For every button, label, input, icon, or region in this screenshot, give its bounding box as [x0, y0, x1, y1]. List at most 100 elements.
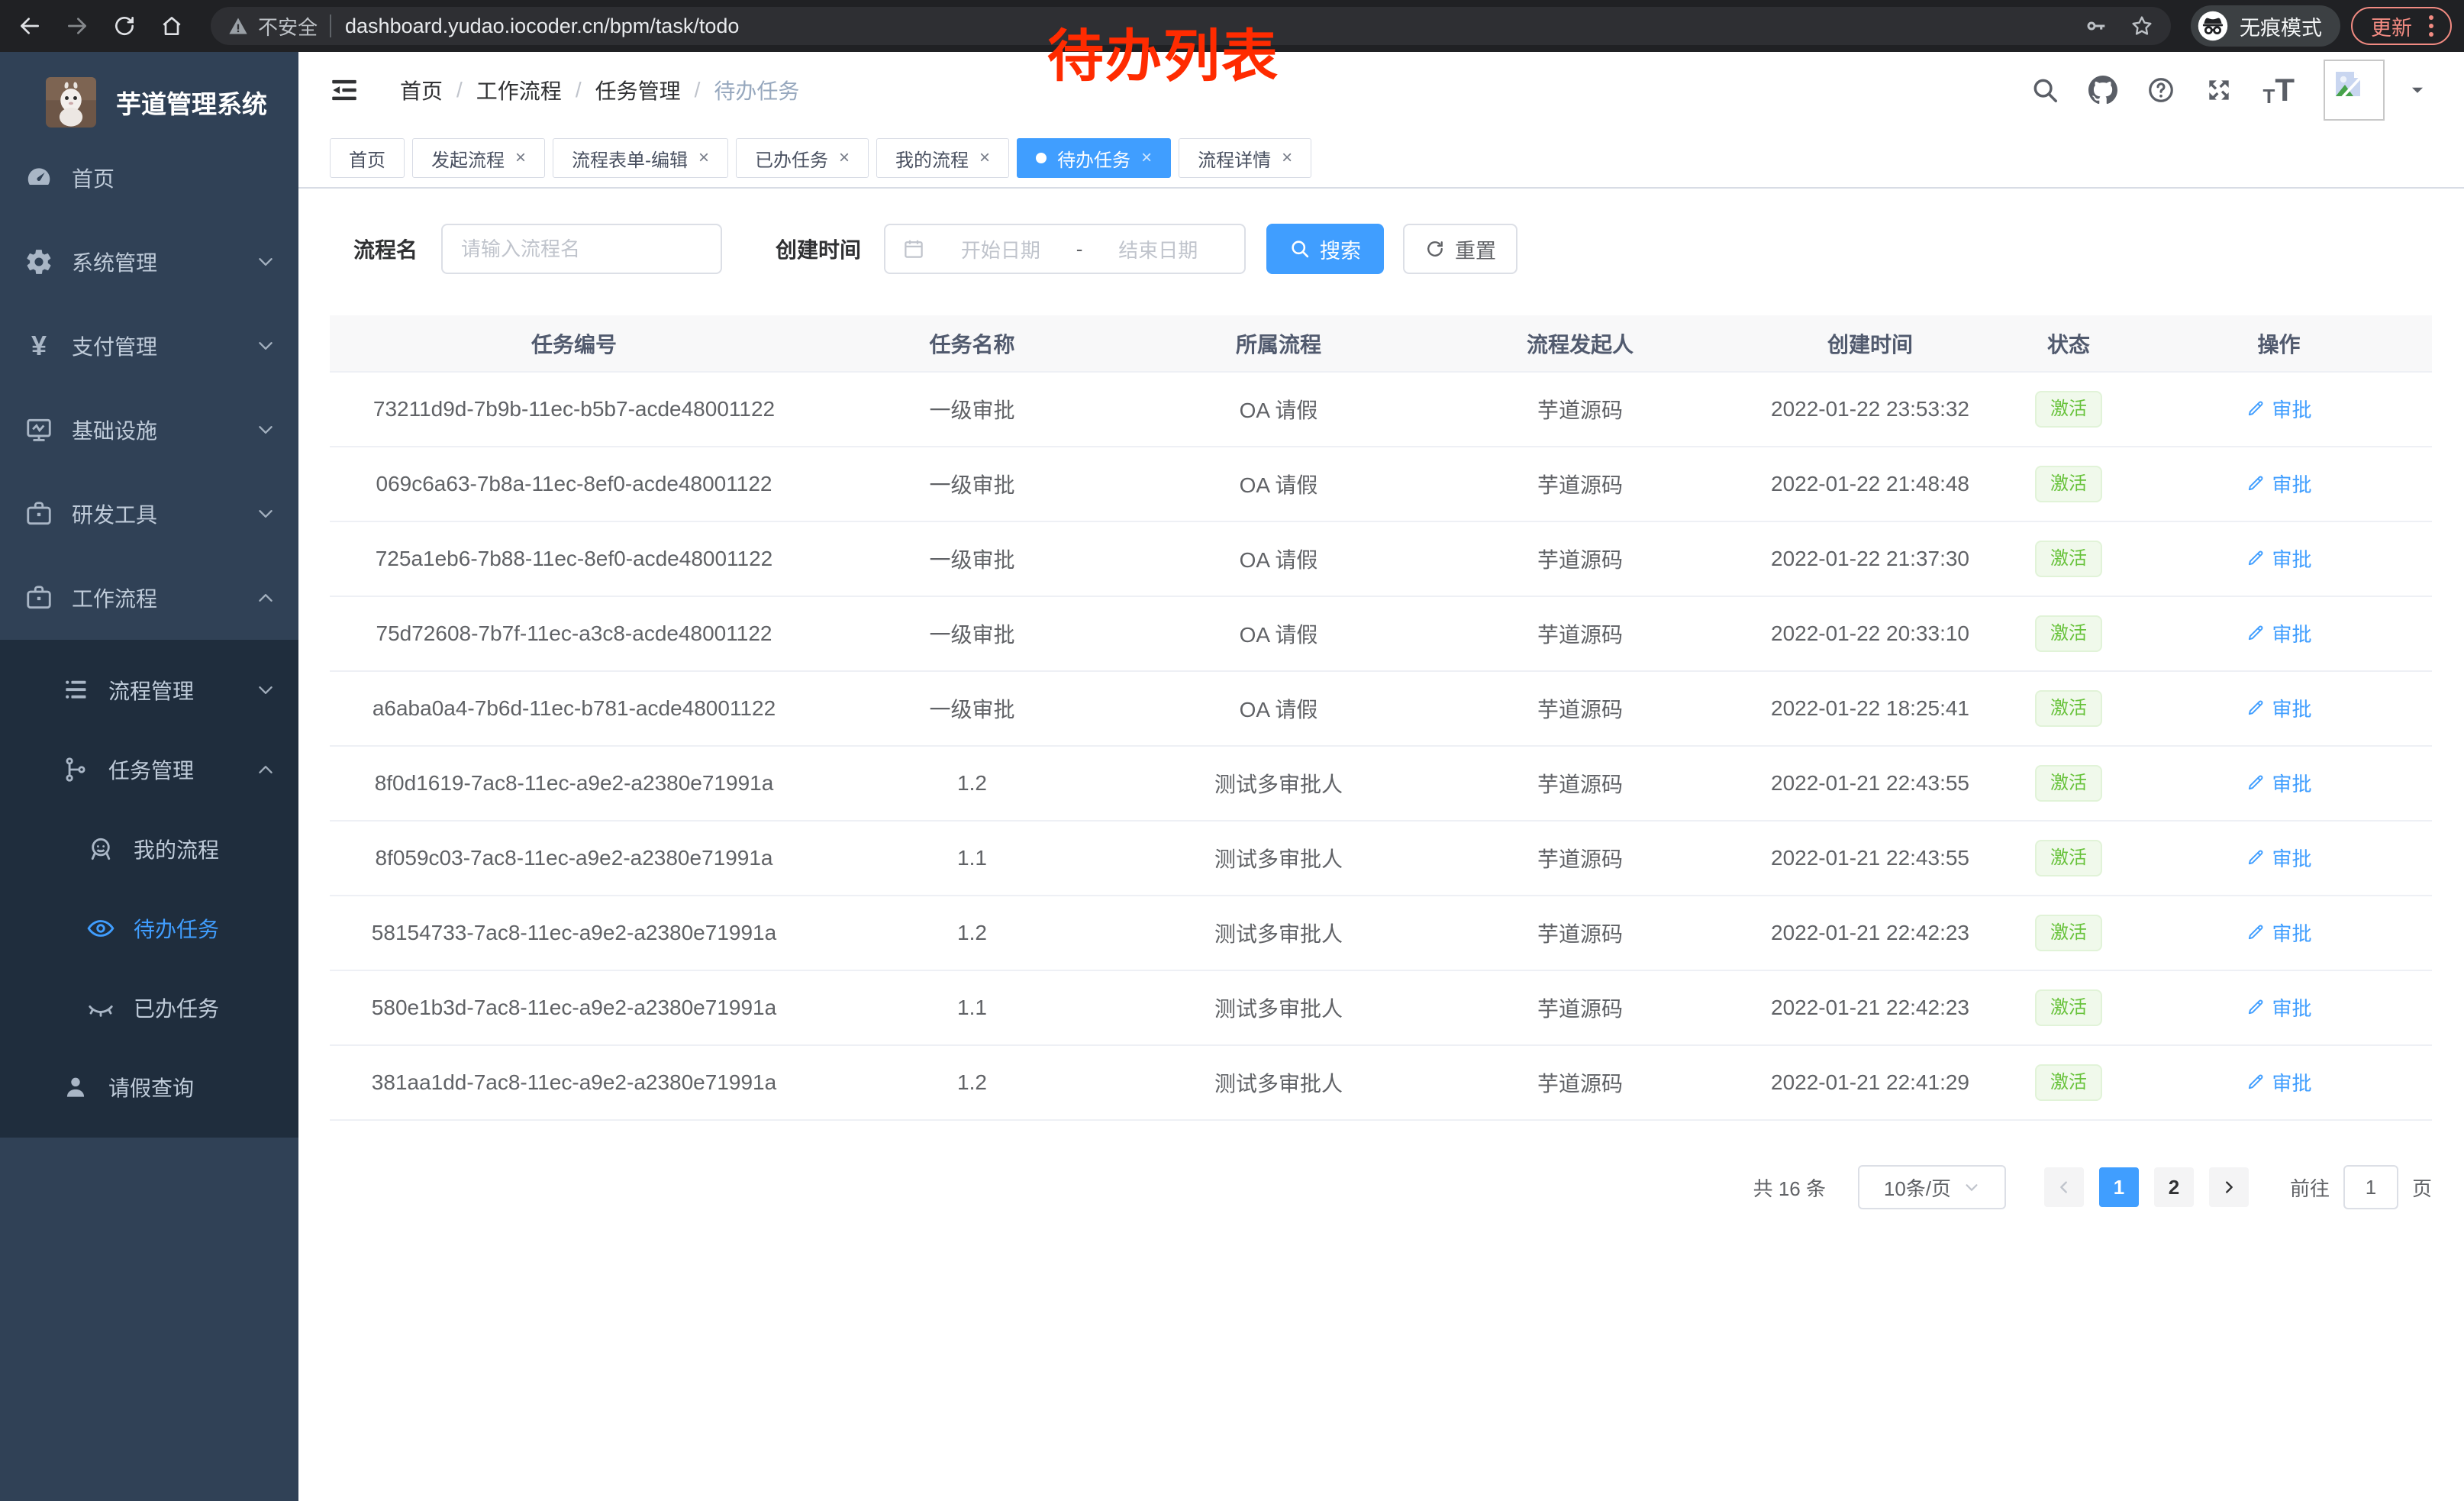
cell-process: OA 请假 — [1126, 447, 1431, 521]
cell-initiator: 芋道源码 — [1431, 447, 1729, 521]
table-row: 069c6a63-7b8a-11ec-8ef0-acde48001122一级审批… — [330, 447, 2432, 521]
user-icon — [61, 1073, 90, 1102]
security-label[interactable]: 不安全 — [258, 12, 318, 40]
tab-close-icon[interactable]: × — [515, 149, 526, 167]
avatar-caret-icon[interactable] — [2408, 80, 2427, 100]
sidebar-item-task-mgmt[interactable]: 任务管理 — [0, 730, 298, 809]
approve-link[interactable]: 审批 — [2246, 470, 2311, 498]
filter-bar: 流程名 创建时间 开始日期 - 结束日期 搜索 — [330, 224, 2432, 274]
tab-form-edit[interactable]: 流程表单-编辑× — [553, 138, 728, 178]
col-process: 所属流程 — [1126, 315, 1431, 372]
sidebar-item-todo-task[interactable]: 待办任务 — [0, 889, 298, 968]
url-text[interactable]: dashboard.yudao.iocoder.cn/bpm/task/todo — [345, 15, 739, 38]
help-icon[interactable] — [2146, 76, 2175, 105]
browser-back-button[interactable] — [12, 8, 47, 44]
edit-pen-icon — [2246, 473, 2266, 493]
browser-home-button[interactable] — [154, 8, 189, 44]
cell-process: 测试多审批人 — [1126, 1045, 1431, 1120]
sidebar-item-workflow[interactable]: 工作流程 — [0, 556, 298, 640]
edit-pen-icon — [2246, 399, 2266, 418]
page-size-select[interactable]: 10条/页 — [1858, 1165, 2006, 1209]
sidebar-item-home[interactable]: 首页 — [0, 136, 298, 220]
end-date-placeholder[interactable]: 结束日期 — [1088, 235, 1227, 263]
avatar[interactable] — [2324, 60, 2385, 121]
tab-close-icon[interactable]: × — [1141, 149, 1152, 167]
approve-link[interactable]: 审批 — [2246, 769, 2311, 797]
sidebar-collapse-icon[interactable] — [328, 74, 360, 106]
toolbox-icon — [24, 499, 53, 528]
reset-button[interactable]: 重置 — [1403, 224, 1517, 274]
sidebar-item-infra[interactable]: 基础设施 — [0, 388, 298, 472]
approve-link[interactable]: 审批 — [2246, 844, 2311, 872]
process-name-input[interactable] — [447, 237, 716, 261]
approve-link[interactable]: 审批 — [2246, 694, 2311, 722]
sidebar-item-done-task[interactable]: 已办任务 — [0, 968, 298, 1047]
tab-process-detail[interactable]: 流程详情× — [1179, 138, 1311, 178]
search-icon[interactable] — [2030, 76, 2059, 105]
cell-task-name: 1.2 — [818, 746, 1126, 821]
cell-initiator: 芋道源码 — [1431, 671, 1729, 746]
bookmark-star-icon[interactable] — [2130, 14, 2154, 38]
prev-page-button[interactable] — [2044, 1167, 2084, 1207]
table-row: 725a1eb6-7b88-11ec-8ef0-acde48001122一级审批… — [330, 521, 2432, 596]
tags-view-bar: 首页发起流程×流程表单-编辑×已办任务×我的流程×待办任务×流程详情× — [298, 128, 2464, 189]
sidebar-item-my-process[interactable]: 我的流程 — [0, 809, 298, 889]
next-page-button[interactable] — [2209, 1167, 2249, 1207]
tab-close-icon[interactable]: × — [839, 149, 850, 167]
sidebar-item-payment[interactable]: ¥支付管理 — [0, 304, 298, 388]
sidebar: 芋道管理系统 首页系统管理¥支付管理基础设施研发工具工作流程流程管理任务管理我的… — [0, 52, 298, 1501]
date-range-picker[interactable]: 开始日期 - 结束日期 — [884, 224, 1246, 274]
incognito-badge: 无痕模式 — [2191, 5, 2340, 47]
todo-task-page: 流程名 创建时间 开始日期 - 结束日期 搜索 — [298, 189, 2464, 1501]
page-button-1[interactable]: 1 — [2099, 1167, 2139, 1207]
sidebar-item-devtools[interactable]: 研发工具 — [0, 472, 298, 556]
font-size-icon[interactable]: TT — [2262, 74, 2295, 106]
browser-menu-icon[interactable] — [2426, 12, 2437, 40]
edit-pen-icon — [2246, 623, 2266, 643]
browser-forward-button[interactable] — [60, 8, 95, 44]
breadcrumb-workflow[interactable]: 工作流程 — [476, 75, 562, 105]
github-icon[interactable] — [2088, 76, 2117, 105]
sidebar-item-system[interactable]: 系统管理 — [0, 220, 298, 304]
cell-task-name: 一级审批 — [818, 521, 1126, 596]
update-label[interactable]: 更新 — [2371, 11, 2412, 41]
eye-icon — [86, 914, 115, 943]
start-date-placeholder[interactable]: 开始日期 — [931, 235, 1070, 263]
sidebar-logo-row[interactable]: 芋道管理系统 — [0, 52, 298, 136]
approve-link[interactable]: 审批 — [2246, 1068, 2311, 1096]
sidebar-item-process-mgmt[interactable]: 流程管理 — [0, 650, 298, 730]
cell-task-id: 8f059c03-7ac8-11ec-a9e2-a2380e71991a — [330, 821, 818, 896]
tab-close-icon[interactable]: × — [979, 149, 990, 167]
approve-link[interactable]: 审批 — [2246, 993, 2311, 1022]
page-button-2[interactable]: 2 — [2154, 1167, 2194, 1207]
approve-link[interactable]: 审批 — [2246, 544, 2311, 573]
password-key-icon[interactable] — [2084, 14, 2108, 38]
tab-start-process[interactable]: 发起流程 × — [412, 138, 545, 178]
tab-my-process[interactable]: 我的流程× — [876, 138, 1009, 178]
sidebar-item-label: 研发工具 — [72, 499, 256, 529]
cell-task-name: 1.1 — [818, 821, 1126, 896]
search-button[interactable]: 搜索 — [1266, 224, 1384, 274]
browser-reload-button[interactable] — [107, 8, 142, 44]
breadcrumb-home[interactable]: 首页 — [400, 75, 443, 105]
approve-link[interactable]: 审批 — [2246, 918, 2311, 947]
table-header-row: 任务编号 任务名称 所属流程 流程发起人 创建时间 状态 操作 — [330, 315, 2432, 372]
goto-label: 前往 — [2290, 1173, 2330, 1202]
tab-done-task[interactable]: 已办任务× — [736, 138, 869, 178]
approve-link[interactable]: 审批 — [2246, 619, 2311, 647]
tab-label: 发起流程 — [431, 145, 505, 172]
cell-process: OA 请假 — [1126, 521, 1431, 596]
sidebar-item-leave-query[interactable]: 请假查询 — [0, 1047, 298, 1127]
cell-created: 2022-01-21 22:43:55 — [1729, 821, 2011, 896]
tab-close-icon[interactable]: × — [1282, 149, 1292, 167]
tab-close-icon[interactable]: × — [698, 149, 709, 167]
cell-process: OA 请假 — [1126, 671, 1431, 746]
goto-page-input[interactable] — [2343, 1165, 2398, 1209]
fullscreen-icon[interactable] — [2204, 76, 2233, 105]
cell-created: 2022-01-22 20:33:10 — [1729, 596, 2011, 671]
tab-home[interactable]: 首页 — [330, 138, 405, 178]
approve-link[interactable]: 审批 — [2246, 395, 2311, 423]
breadcrumb-task-mgmt[interactable]: 任务管理 — [595, 75, 681, 105]
browser-update-button[interactable]: 更新 — [2351, 7, 2452, 45]
tab-todo-task[interactable]: 待办任务× — [1017, 138, 1171, 178]
